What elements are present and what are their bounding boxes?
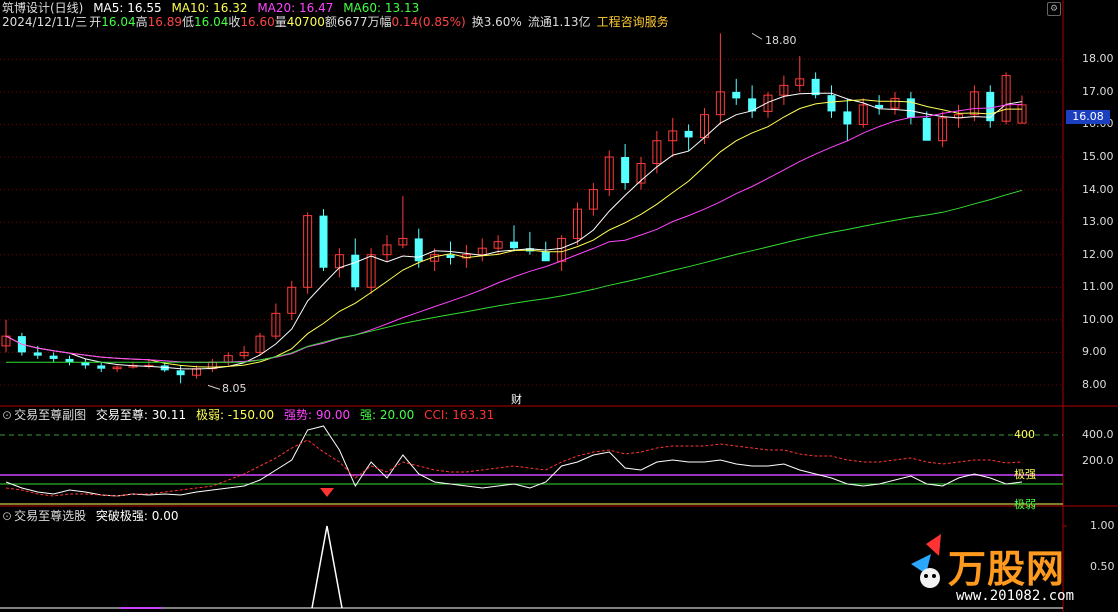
candle-body: [732, 91, 741, 99]
panel2-weak-value: 极弱: -150.00: [195, 408, 275, 422]
price-tick-label: 15.00: [1082, 150, 1114, 163]
candle-body: [97, 365, 106, 369]
price-tick-label: 13.00: [1082, 215, 1114, 229]
cci-line: [5, 439, 1023, 497]
panel3-value: 突破极强: 0.00: [95, 509, 179, 523]
panel2-weak-label: 极弱: [1014, 498, 1036, 511]
panel2-400-label: 400: [1014, 428, 1035, 441]
change-value: 0.14(0.85%): [391, 15, 466, 29]
price-tick-label: 18.00: [1082, 52, 1114, 66]
close-value: 16.60: [240, 15, 275, 29]
panel2-cci-value: CCI: 163.31: [424, 408, 495, 422]
panel2-strong-label: 极强: [1014, 468, 1036, 481]
change-label: 幅: [379, 15, 392, 29]
candle-body: [351, 254, 360, 288]
panel2-axis-200: 200.0: [1082, 454, 1114, 467]
candle-body: [827, 95, 836, 112]
high-label: 高: [135, 15, 148, 29]
brand-url: www.201082.com: [956, 588, 1075, 604]
candle-body: [621, 157, 630, 184]
panel2-title[interactable]: 交易至尊副图: [14, 408, 86, 422]
candle-body: [446, 254, 455, 258]
high-value: 16.89: [147, 15, 182, 29]
panel3-title[interactable]: 交易至尊选股: [14, 509, 86, 523]
price-tick-label: 10.00: [1082, 312, 1114, 326]
indicator-line: [5, 425, 1023, 497]
collapse-icon[interactable]: ⊙: [2, 408, 12, 422]
vol-value: 40700: [286, 15, 325, 29]
candle-body: [319, 215, 328, 268]
open-value: 16.04: [101, 15, 136, 29]
price-tick-label: 8.00: [1082, 377, 1107, 391]
chart-title: 筑博设计(日线): [2, 1, 84, 15]
candle-body: [176, 370, 185, 376]
brand-logo: 万股网 www.201082.com: [906, 528, 1118, 612]
quote-line: 2024/12/11/三 开16.04高16.89低16.04收16.60量407…: [2, 14, 675, 30]
candle-body: [843, 111, 852, 125]
price-tick-label: 14.00: [1082, 182, 1114, 196]
finance-marker[interactable]: 财: [511, 391, 522, 407]
panel2-main-value: 交易至尊: 30.11: [95, 408, 187, 422]
candle-body: [33, 352, 42, 356]
low-label: 低: [181, 15, 194, 29]
amount-label: 额: [324, 15, 337, 29]
candle-body: [414, 238, 423, 262]
candle-body: [922, 117, 931, 141]
brand-name: 万股网: [948, 547, 1066, 591]
high-mark: 18.80: [765, 34, 797, 47]
price-tick-label: 11.00: [1082, 280, 1114, 294]
float-shares: 流通1.13亿: [527, 15, 591, 29]
low-mark-pointer: [207, 384, 221, 390]
candle-body: [684, 130, 693, 138]
signal-gem-icon: [320, 488, 334, 497]
candle-body: [906, 98, 915, 118]
price-tick-label: 12.00: [1082, 247, 1114, 261]
high-mark-pointer: [751, 32, 763, 40]
panel2-strongtrend-value: 强势: 90.00: [283, 408, 351, 422]
quote-date: 2024/12/11/三: [2, 15, 88, 29]
panel3-header: ⊙ 交易至尊选股 突破极强: 0.00: [2, 508, 184, 524]
low-value: 16.04: [193, 15, 229, 29]
panel2-strong-value: 强: 20.00: [360, 408, 415, 422]
candle-body: [510, 241, 518, 249]
price-tick-label: 9.00: [1082, 345, 1107, 359]
ma60-line: [6, 189, 1023, 363]
settings-icon[interactable]: ⚙: [1047, 2, 1061, 16]
turnover: 换3.60%: [471, 15, 522, 29]
ma20-label: MA20: 16.47: [257, 1, 334, 15]
ma5-label: MA5: 16.55: [93, 1, 162, 15]
candle-body: [811, 78, 820, 96]
open-label: 开: [89, 15, 102, 29]
ma60-label: MA60: 13.13: [343, 1, 420, 15]
vol-label: 量: [274, 15, 287, 29]
price-tick-label: 17.00: [1082, 84, 1114, 98]
candle-body: [65, 358, 74, 363]
panel2-axis-400: 400.0: [1082, 428, 1114, 441]
current-price-tag: 16.08: [1066, 110, 1110, 124]
industry-link[interactable]: 工程咨询服务: [597, 15, 669, 29]
close-label: 收: [228, 15, 241, 29]
low-mark: 8.05: [222, 382, 247, 395]
panel2-header: ⊙ 交易至尊副图 交易至尊: 30.11 极弱: -150.00 强势: 90.0…: [2, 407, 500, 423]
collapse-icon-2[interactable]: ⊙: [2, 509, 12, 523]
amount-value: 6677万: [336, 15, 380, 29]
candle-body: [541, 251, 550, 262]
ma10-label: MA10: 16.32: [171, 1, 248, 15]
breakout-spike: [311, 525, 343, 609]
candle-body: [49, 355, 58, 359]
